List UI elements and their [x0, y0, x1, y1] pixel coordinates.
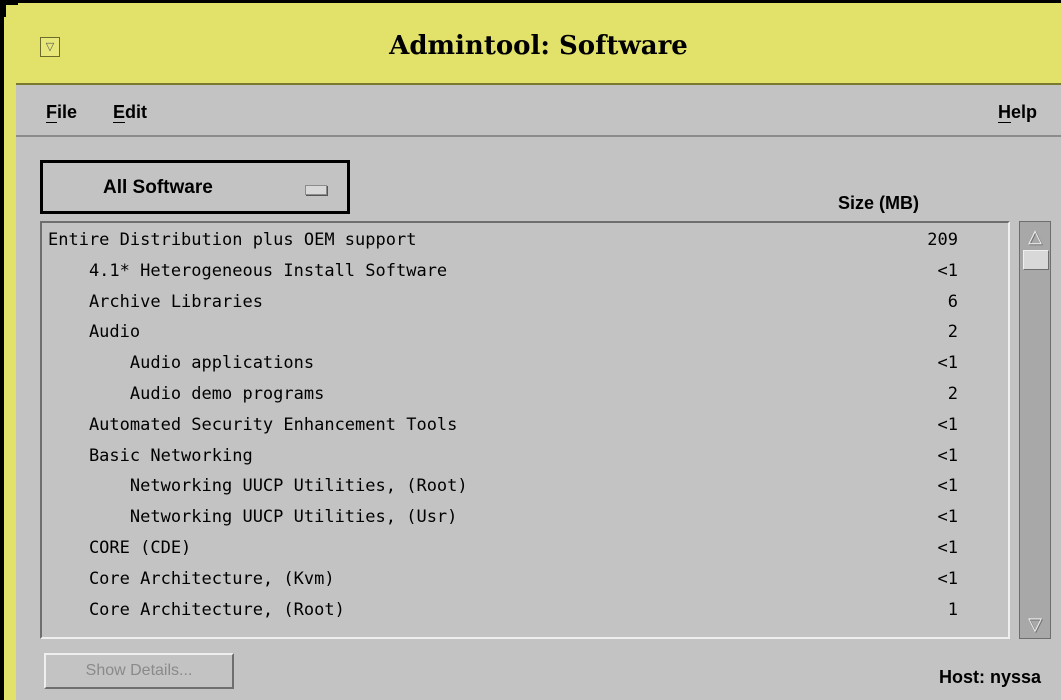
package-name: Networking UUCP Utilities, (Root): [48, 476, 468, 497]
software-filter-option-menu[interactable]: All Software: [40, 160, 350, 214]
host-label: Host: nyssa: [938, 667, 1041, 687]
package-size: <1: [937, 353, 958, 374]
title-bar[interactable]: ▽ Admintool: Software: [16, 9, 1061, 85]
package-size: <1: [937, 538, 958, 558]
package-size: <1: [937, 414, 958, 435]
package-size: <1: [937, 568, 958, 589]
package-size: <1: [937, 445, 958, 466]
window-title: Admintool: Software: [389, 31, 688, 61]
package-name: Audio: [48, 322, 141, 343]
package-name: Basic Networking: [48, 445, 253, 466]
list-item[interactable]: 4.1* Heterogeneous Install Software <1: [42, 256, 1008, 286]
menu-file-mnemonic: F: [46, 102, 57, 123]
package-name: Networking UUCP Utilities, (Usr): [48, 507, 458, 528]
package-name: Automated Security Enhancement Tools: [48, 414, 458, 435]
list-item[interactable]: Entire Distribution plus OEM support 209: [42, 225, 1008, 255]
list-item[interactable]: CORE (CDE) <1: [42, 533, 1008, 563]
size-column-header: Size (MB): [838, 193, 919, 213]
software-filter-label: All Software: [103, 177, 213, 198]
package-size: 6: [947, 291, 958, 312]
package-name: Audio applications: [48, 353, 315, 374]
list-item[interactable]: Basic Networking <1: [42, 441, 1008, 471]
package-name: Core Architecture, (Kvm): [48, 568, 335, 589]
package-name: CORE (CDE): [48, 538, 192, 558]
package-size: 209: [927, 230, 958, 250]
list-item[interactable]: Automated Security Enhancement Tools <1: [42, 410, 1008, 440]
package-name: Entire Distribution plus OEM support: [48, 230, 417, 250]
window-frame: ▽ Admintool: Software File Edit Help All…: [0, 0, 1061, 700]
main-panel: File Edit Help All Software Size (MB) En…: [16, 85, 1061, 700]
list-item[interactable]: Audio 2: [42, 317, 1008, 347]
scroll-up-arrow-icon[interactable]: △: [1024, 224, 1046, 248]
package-name: 4.1* Heterogeneous Install Software: [48, 260, 448, 281]
list-item[interactable]: Networking UUCP Utilities, (Root) <1: [42, 471, 1008, 501]
package-size: 2: [947, 384, 958, 404]
package-size: <1: [937, 507, 958, 528]
menu-help[interactable]: Help: [997, 102, 1037, 123]
menu-edit-mnemonic: E: [113, 102, 126, 123]
package-size: 1: [947, 599, 958, 620]
menu-bar: File Edit Help: [16, 85, 1061, 137]
show-details-button[interactable]: Show Details...: [44, 653, 234, 689]
package-size: 2: [947, 322, 958, 343]
menu-edit-rest: dit: [125, 102, 148, 122]
menu-help-rest: elp: [1010, 102, 1037, 122]
scroll-down-arrow-icon[interactable]: ▽: [1024, 612, 1046, 636]
list-item[interactable]: Audio applications <1: [42, 348, 1008, 378]
list-item[interactable]: Audio demo programs 2: [42, 379, 1008, 409]
menu-file-rest: ile: [57, 102, 78, 122]
menu-file[interactable]: File: [46, 102, 77, 123]
package-name: Audio demo programs: [48, 384, 325, 404]
list-item[interactable]: Networking UUCP Utilities, (Usr) <1: [42, 502, 1008, 532]
package-name: Archive Libraries: [48, 291, 263, 312]
list-item[interactable]: Core Architecture, (Root) 1: [42, 595, 1008, 625]
list-item[interactable]: Archive Libraries 6: [42, 287, 1008, 317]
option-menu-indicator-icon: [305, 185, 327, 195]
list-item[interactable]: Core Architecture, (Kvm) <1: [42, 564, 1008, 594]
scroll-thumb[interactable]: [1023, 250, 1049, 270]
package-size: <1: [937, 476, 958, 497]
software-list[interactable]: Entire Distribution plus OEM support 209 …: [40, 221, 1010, 639]
package-size: <1: [937, 260, 958, 281]
menu-help-mnemonic: H: [997, 102, 1011, 123]
menu-edit[interactable]: Edit: [113, 102, 147, 123]
list-scrollbar[interactable]: △ ▽: [1019, 221, 1051, 639]
package-name: Core Architecture, (Root): [48, 599, 345, 620]
